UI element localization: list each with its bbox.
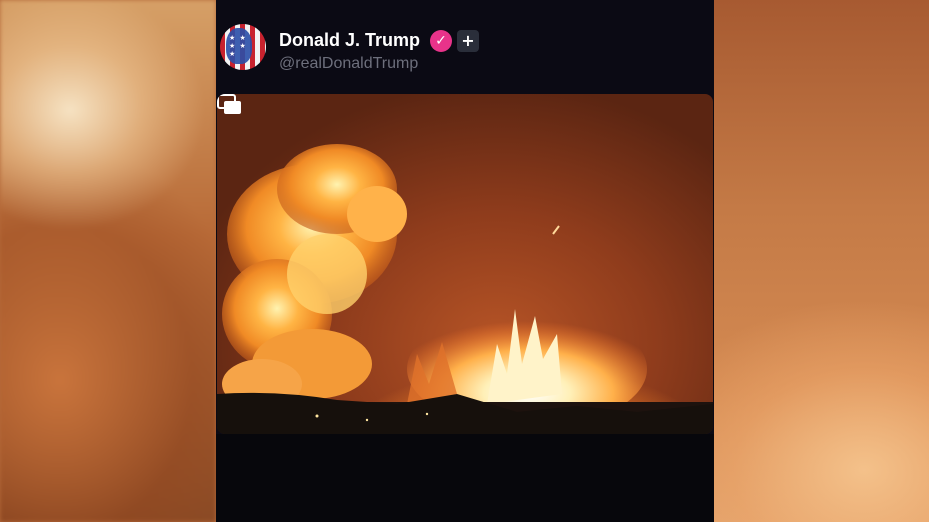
blurred-background-right (714, 0, 929, 522)
author-name[interactable]: Donald J. Trump (279, 30, 420, 51)
social-post: ★ ★ ★ ★ ★ Donald J. Trump ✓ + @realDonald… (216, 0, 714, 522)
plus-icon[interactable]: + (457, 30, 479, 52)
explosion-scene (217, 144, 713, 434)
avatar-stars: ★ ★ ★ ★ ★ (229, 34, 247, 58)
post-header: ★ ★ ★ ★ ★ Donald J. Trump ✓ + @realDonald… (216, 0, 714, 92)
post-video[interactable] (217, 94, 713, 434)
author-handle[interactable]: @realDonaldTrump (279, 55, 418, 73)
screenshot-stage: ★ ★ ★ ★ ★ Donald J. Trump ✓ + @realDonald… (0, 0, 929, 522)
blurred-background-left (0, 0, 216, 522)
post-footer (216, 434, 714, 522)
fireball-cloud (222, 144, 407, 409)
verified-check-icon: ✓ (430, 30, 452, 52)
avatar[interactable]: ★ ★ ★ ★ ★ (220, 24, 266, 70)
gallery-icon[interactable] (217, 94, 243, 116)
